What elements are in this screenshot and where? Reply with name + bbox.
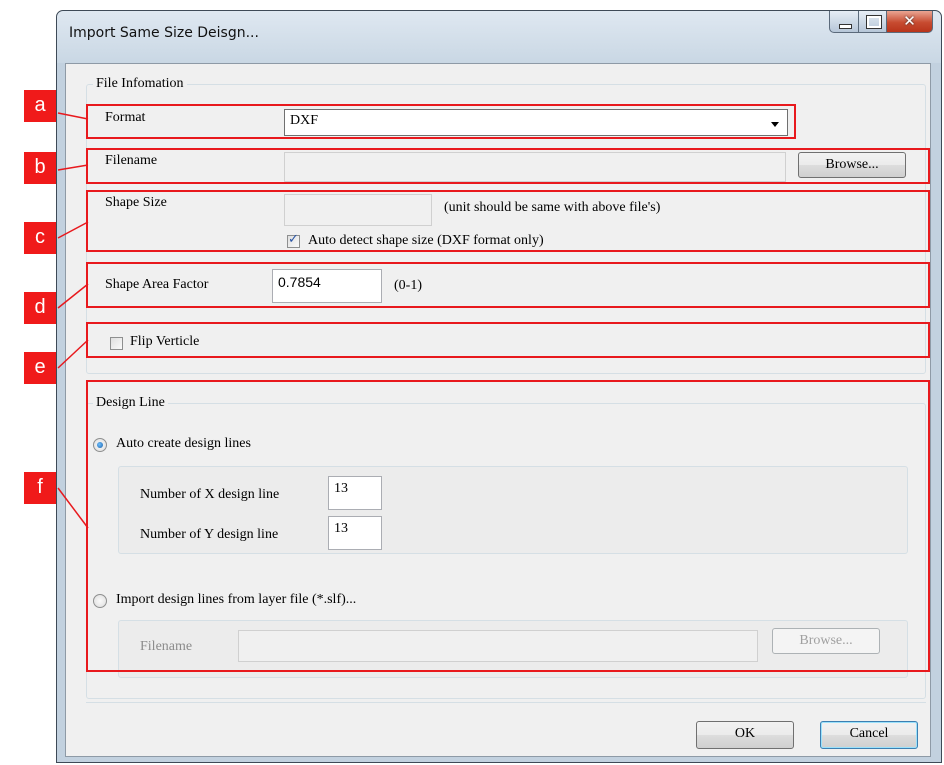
minimize-button[interactable] (829, 11, 859, 33)
window-title: Import Same Size Deisgn... (69, 25, 259, 41)
annotation-box-a (86, 104, 796, 139)
annotation-tag-c: c (24, 222, 56, 254)
annotation-box-d (86, 262, 930, 308)
cancel-button[interactable]: Cancel (820, 721, 918, 749)
annotation-box-c (86, 190, 930, 252)
annotation-box-e (86, 322, 930, 358)
annotation-tag-b: b (24, 152, 56, 184)
window-controls: ✕ (829, 11, 933, 33)
ok-button[interactable]: OK (696, 721, 794, 749)
close-icon: ✕ (903, 12, 916, 30)
annotation-box-b (86, 148, 930, 184)
annotation-box-f (86, 380, 930, 672)
file-information-title: File Infomation (93, 76, 187, 92)
annotation-tag-e: e (24, 352, 56, 384)
annotation-tag-a: a (24, 90, 56, 122)
annotation-tag-d: d (24, 292, 56, 324)
maximize-button[interactable] (859, 11, 887, 33)
close-button[interactable]: ✕ (887, 11, 933, 33)
annotation-tag-f: f (24, 472, 56, 504)
bottom-divider (86, 702, 926, 703)
